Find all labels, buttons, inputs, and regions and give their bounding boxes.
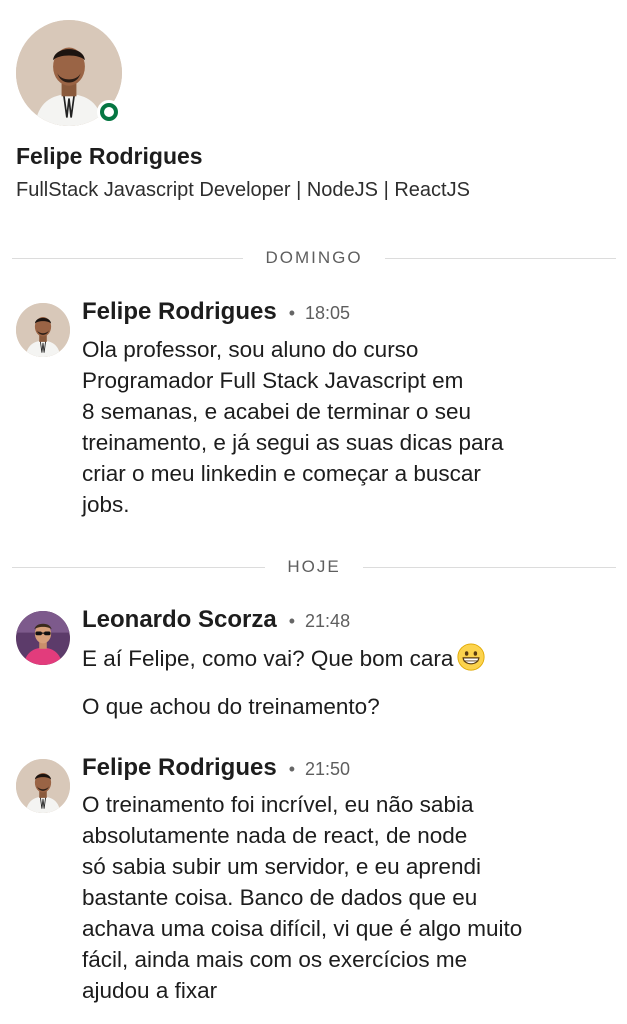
message-line: treinamento, e já segui as suas dicas pa…	[82, 430, 504, 455]
message-line: criar o meu linkedin e começar a buscar	[82, 461, 481, 486]
person-photo-icon	[16, 611, 70, 665]
separator-dot: •	[288, 303, 296, 323]
message-line: O treinamento foi incrível, eu não sabia	[82, 792, 474, 817]
message-header: Leonardo Scorza • 21:48	[82, 606, 350, 634]
message-body: O treinamento foi incrível, eu não sabia…	[82, 789, 622, 1006]
message-text: E aí Felipe, como vai? Que bom cara	[82, 646, 454, 671]
message-header: Felipe Rodrigues • 18:05	[82, 298, 350, 326]
message-sender[interactable]: Felipe Rodrigues	[82, 754, 277, 782]
date-divider-label: DOMINGO	[265, 248, 363, 267]
message-line: Programador Full Stack Javascript em	[82, 368, 464, 393]
date-divider-label: HOJE	[287, 557, 341, 576]
message-time: 21:48	[305, 611, 351, 631]
message-line: absolutamente nada de react, de node	[82, 823, 468, 848]
online-status-indicator	[97, 100, 121, 124]
message-header: Felipe Rodrigues • 21:50	[82, 754, 350, 782]
message-sender[interactable]: Felipe Rodrigues	[82, 298, 277, 326]
separator-dot: •	[288, 611, 296, 631]
message-line: O que achou do treinamento?	[82, 694, 380, 719]
message-time: 18:05	[305, 303, 351, 323]
message-line: Ola professor, sou aluno do curso	[82, 337, 419, 362]
message-line: ajudou a fixar	[82, 978, 218, 1003]
date-divider-today: HOJE	[12, 555, 616, 579]
grinning-face-icon	[457, 643, 485, 671]
message-avatar[interactable]	[16, 303, 70, 357]
person-photo-icon	[16, 303, 70, 357]
message-line: achava uma coisa difícil, vi que é algo …	[82, 916, 523, 941]
message-avatar[interactable]	[16, 759, 70, 813]
message-line: 8 semanas, e acabei de terminar o seu	[82, 399, 471, 424]
message-sender[interactable]: Leonardo Scorza	[82, 606, 277, 634]
message-line: bastante coisa. Banco de dados que eu	[82, 885, 478, 910]
date-divider-sunday: DOMINGO	[12, 246, 616, 270]
message-line: jobs.	[82, 492, 130, 517]
separator-dot: •	[288, 759, 296, 779]
message-line: só sabia subir um servidor, e eu aprendi	[82, 854, 481, 879]
message-time: 21:50	[305, 759, 351, 779]
message-body: Ola professor, sou aluno do curso Progra…	[82, 334, 622, 520]
message-avatar[interactable]	[16, 611, 70, 665]
profile-name[interactable]: Felipe Rodrigues	[16, 143, 203, 170]
profile-headline: FullStack Javascript Developer | NodeJS …	[16, 179, 470, 201]
person-photo-icon	[16, 759, 70, 813]
message-line: E aí Felipe, como vai? Que bom cara	[82, 643, 622, 674]
message-body: E aí Felipe, como vai? Que bom cara O qu…	[82, 643, 622, 722]
message-line: fácil, ainda mais com os exercícios me	[82, 947, 468, 972]
